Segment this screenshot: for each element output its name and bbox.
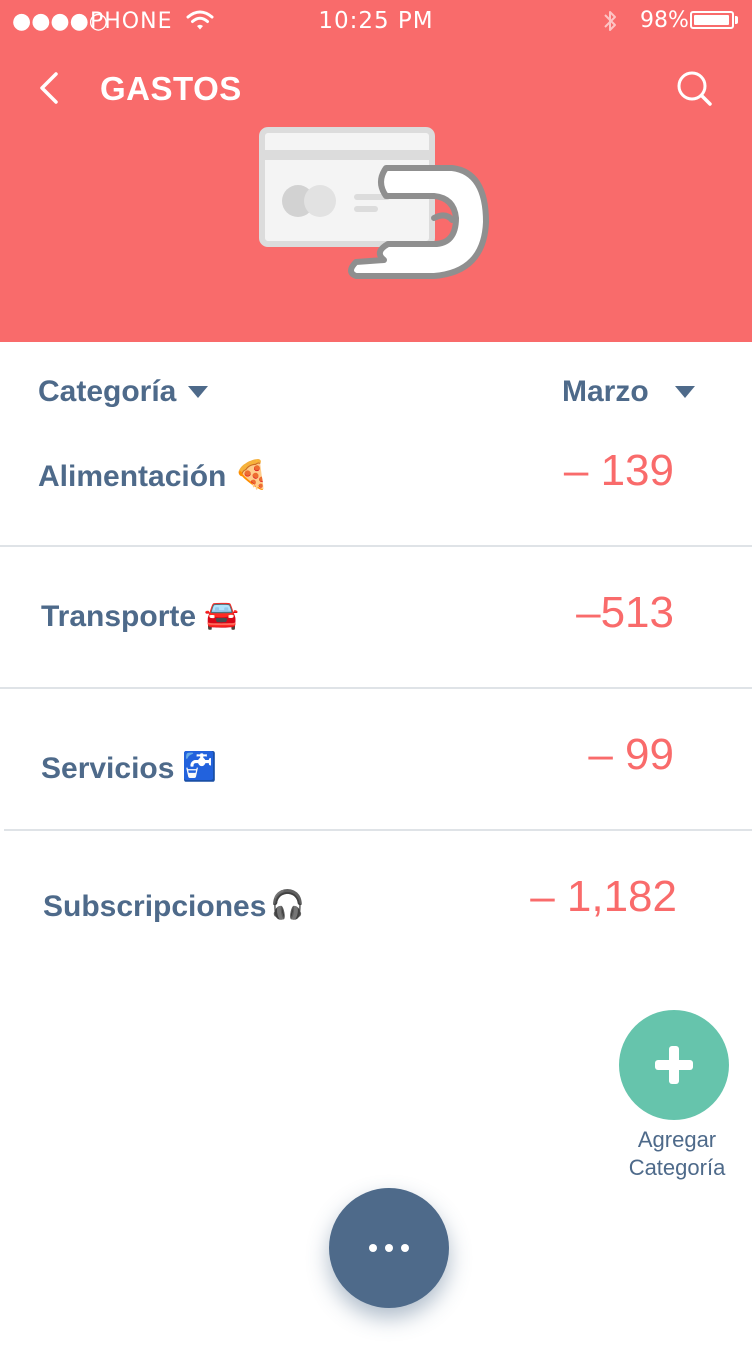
month-label: Marzo	[562, 375, 649, 408]
caret-down-icon	[188, 386, 209, 398]
search-icon[interactable]	[672, 66, 716, 110]
category-amount: –513	[576, 588, 674, 637]
category-row-alimentacion[interactable]: Alimentación 🍕 – 139	[0, 440, 752, 546]
row-divider	[0, 545, 752, 547]
bluetooth-icon	[604, 11, 616, 31]
category-amount: – 1,182	[530, 872, 677, 921]
headphones-icon: 🎧	[270, 889, 306, 920]
month-dropdown[interactable]: Marzo	[562, 375, 695, 409]
category-row-transporte[interactable]: Transporte 🚘 –513	[0, 582, 752, 688]
more-dots-icon	[369, 1244, 409, 1252]
faucet-icon: 🚰	[182, 751, 218, 782]
row-divider	[4, 829, 752, 831]
category-name: Alimentación	[38, 460, 227, 493]
category-column-label: Categoría	[38, 375, 177, 408]
category-row-subscripciones[interactable]: Subscripciones 🎧 – 1,182	[0, 870, 752, 950]
more-options-button[interactable]	[329, 1188, 449, 1308]
category-amount: – 99	[588, 730, 674, 779]
page-title: GASTOS	[100, 70, 242, 107]
caret-down-icon	[674, 386, 695, 398]
category-row-servicios[interactable]: Servicios 🚰 – 99	[0, 728, 752, 828]
category-label: Alimentación 🍕	[38, 458, 269, 494]
battery-icon	[690, 11, 734, 29]
category-sort-dropdown[interactable]: Categoría	[38, 375, 209, 409]
category-label: Subscripciones 🎧	[43, 888, 305, 924]
add-category-label-line1: Agregar	[637, 1127, 717, 1152]
add-category-label-line2: Categoría	[628, 1155, 726, 1180]
category-label: Servicios 🚰	[41, 750, 217, 786]
add-category-label[interactable]: Agregar Categoría	[600, 1126, 752, 1182]
battery-percent: 98%	[640, 8, 689, 33]
back-button[interactable]	[30, 66, 70, 110]
category-name: Subscripciones	[43, 890, 267, 923]
row-divider	[0, 687, 752, 689]
app-header: ●●●●○ PHONE 10:25 PM 98% GASTOS	[0, 0, 752, 342]
category-label: Transporte 🚘	[41, 598, 239, 634]
category-amount: – 139	[563, 446, 674, 495]
category-name: Servicios	[41, 752, 175, 785]
battery-cap	[735, 16, 738, 24]
status-bar: ●●●●○ PHONE 10:25 PM 98%	[0, 0, 752, 40]
add-category-button[interactable]	[619, 1010, 729, 1120]
car-icon: 🚘	[204, 599, 239, 630]
category-name: Transporte	[41, 600, 197, 633]
card-payment-icon	[259, 127, 489, 279]
pizza-icon: 🍕	[234, 459, 270, 490]
battery-fill	[694, 15, 729, 25]
